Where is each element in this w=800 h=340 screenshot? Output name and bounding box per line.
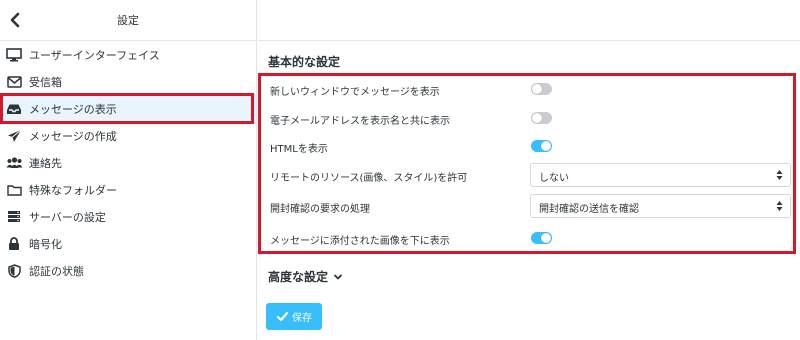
sidebar-item-label: サーバーの設定 [29, 210, 106, 224]
select-value: しない [539, 173, 569, 184]
server-icon [5, 208, 23, 226]
toggle-knob [541, 141, 551, 151]
setting-label-allow-remote: リモートのリソース(画像、スタイル)を許可 [270, 173, 468, 184]
setting-label-show-email-with-name: 電子メールアドレスを表示名と共に表示 [270, 116, 450, 127]
shield-icon [5, 262, 23, 280]
sidebar-item-label: メッセージの作成 [29, 129, 117, 143]
toggle-show-attached-images[interactable] [531, 232, 552, 244]
setting-label-show-html: HTMLを表示 [270, 144, 328, 155]
save-button-label: 保存 [292, 313, 312, 324]
sidebar-item-label: 特殊なフォルダー [29, 183, 117, 197]
toggle-show-html[interactable] [531, 140, 552, 152]
sidebar-item-server-settings[interactable]: サーバーの設定 [0, 203, 256, 230]
sidebar-item-auth-status[interactable]: 認証の状態 [0, 257, 256, 284]
paper-plane-icon [5, 127, 23, 145]
settings-content: 基本的な設定 新しいウィンドウでメッセージを表示 電子メールアドレスを表示名と共… [258, 0, 800, 340]
sidebar-item-label: 連絡先 [29, 156, 62, 170]
monitor-icon [5, 46, 23, 64]
toggle-open-new-window[interactable] [531, 83, 552, 95]
sidebar-item-encryption[interactable]: 暗号化 [0, 230, 256, 257]
chevron-down-icon [334, 274, 342, 279]
toggle-knob [532, 84, 542, 94]
content-header [258, 0, 800, 41]
sidebar-item-inbox[interactable]: 受信箱 [0, 68, 256, 95]
users-icon [5, 154, 23, 172]
inbox-tray-icon [5, 100, 23, 118]
sidebar-item-label: 暗号化 [29, 237, 62, 251]
sidebar-title: 設定 [117, 14, 139, 27]
sidebar-item-user-interface[interactable]: ユーザーインターフェイス [0, 41, 256, 68]
select-allow-remote[interactable]: しない [530, 163, 791, 187]
basic-settings-group: 新しいウィンドウでメッセージを表示 電子メールアドレスを表示名と共に表示 HTM… [258, 73, 796, 254]
settings-window: 設定 ユーザーインターフェイス 受信箱 メッセージの表示 メッセージの作成 連絡… [0, 0, 800, 340]
advanced-settings-toggle[interactable]: 高度な設定 [268, 268, 343, 285]
select-arrows-icon [776, 201, 783, 211]
select-arrows-icon [776, 170, 783, 180]
envelope-icon [5, 73, 23, 91]
sidebar-item-contacts[interactable]: 連絡先 [0, 149, 256, 176]
sidebar-item-label: ユーザーインターフェイス [29, 48, 160, 62]
section-title-basic: 基本的な設定 [268, 55, 341, 69]
save-button[interactable]: 保存 [266, 303, 322, 330]
toggle-knob [532, 113, 542, 123]
setting-label-read-receipt: 開封確認の要求の処理 [270, 204, 370, 215]
select-read-receipt[interactable]: 開封確認の送信を確認 [530, 194, 791, 218]
setting-label-open-new-window: 新しいウィンドウでメッセージを表示 [270, 87, 440, 98]
sidebar-item-label: 認証の状態 [29, 264, 84, 278]
lock-icon [5, 235, 23, 253]
advanced-settings-label: 高度な設定 [268, 270, 329, 284]
sidebar-item-special-folders[interactable]: 特殊なフォルダー [0, 176, 256, 203]
toggle-knob [541, 233, 551, 243]
sidebar-header: 設定 [0, 0, 256, 41]
setting-label-show-attached-images: メッセージに添付された画像を下に表示 [270, 236, 450, 247]
sidebar-item-label: 受信箱 [29, 75, 62, 89]
select-value: 開封確認の送信を確認 [539, 204, 639, 215]
sidebar-menu: ユーザーインターフェイス 受信箱 メッセージの表示 メッセージの作成 連絡先 特… [0, 41, 256, 284]
toggle-show-email-with-name[interactable] [531, 112, 552, 124]
sidebar-item-label: メッセージの表示 [29, 102, 117, 116]
settings-sidebar: 設定 ユーザーインターフェイス 受信箱 メッセージの表示 メッセージの作成 連絡… [0, 0, 257, 340]
checkmark-icon [276, 311, 289, 322]
sidebar-item-message-display[interactable]: メッセージの表示 [0, 95, 256, 122]
folder-icon [5, 181, 23, 199]
sidebar-item-compose[interactable]: メッセージの作成 [0, 122, 256, 149]
